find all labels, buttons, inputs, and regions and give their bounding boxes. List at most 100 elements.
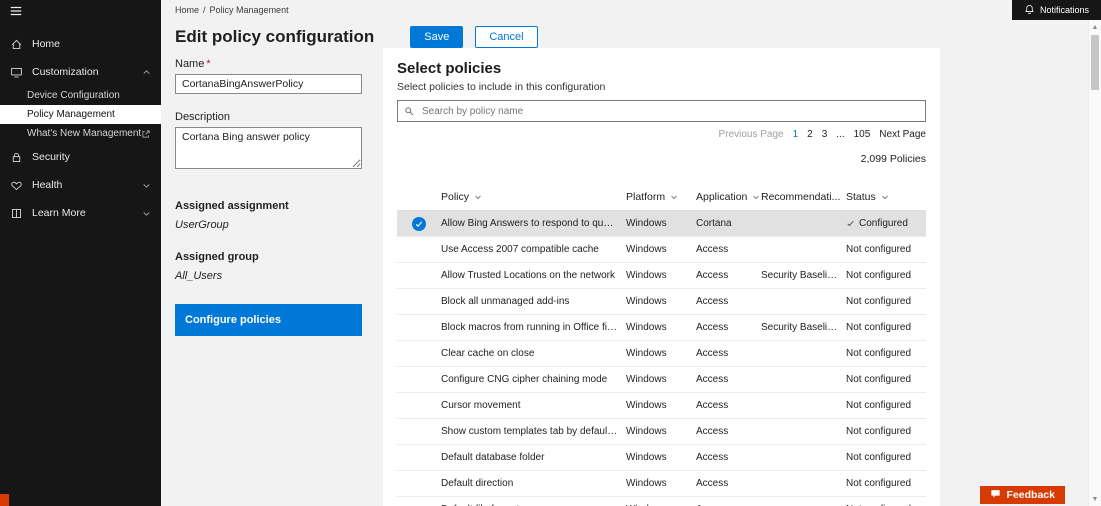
sidebar-nav: HomeCustomizationDevice Configuration Pol… [0, 22, 161, 227]
panel-title: Select policies [397, 60, 926, 77]
policy-row[interactable]: Configure CNG cipher chaining modeWindow… [397, 367, 926, 393]
policy-platform: Windows [626, 426, 696, 437]
policy-application: Access [696, 374, 761, 385]
policy-recommendation: Security Baseline [761, 270, 846, 281]
policy-platform: Windows [626, 296, 696, 307]
edit-header: Edit policy configuration Save Cancel [175, 26, 538, 48]
pagination-previous[interactable]: Previous Page [719, 129, 784, 140]
policy-status: Not configured [846, 478, 926, 489]
breadcrumb-current: Policy Management [210, 5, 289, 15]
sidebar-item-customization[interactable]: Customization [0, 58, 161, 86]
selected-check-icon [412, 217, 426, 231]
vertical-scrollbar[interactable]: ▲ ▼ [1088, 20, 1101, 506]
policy-row[interactable]: Default database folderWindowsAccessNot … [397, 445, 926, 471]
save-button[interactable]: Save [410, 26, 463, 48]
policy-status: Not configured [846, 452, 926, 463]
topbar: Home / Policy Management Notifications [161, 0, 1101, 20]
policy-name: Use Access 2007 compatible cache [441, 244, 626, 255]
description-field[interactable]: Cortana Bing answer policy [175, 127, 362, 169]
sidebar-item-label: What's New Management [27, 128, 141, 139]
sidebar-item-label: Health [32, 179, 62, 191]
search-input[interactable] [420, 105, 919, 118]
policy-search [397, 100, 926, 122]
policy-row[interactable]: Clear cache on closeWindowsAccess Not con… [397, 341, 926, 367]
sidebar-item-policy-management[interactable]: Policy Management [0, 105, 161, 124]
column-header-policy[interactable]: Policy [441, 191, 626, 203]
policy-row[interactable]: Allow Trusted Locations on the networkWi… [397, 263, 926, 289]
required-marker: * [206, 58, 210, 70]
sidebar-item-home[interactable]: Home [0, 30, 161, 58]
policy-application: Access [696, 426, 761, 437]
policy-row[interactable]: Allow Bing Answers to respond to questio… [397, 211, 926, 237]
sidebar-item-security[interactable]: Security [0, 143, 161, 171]
policy-status: Not configured [846, 296, 926, 307]
home-icon [10, 37, 24, 51]
policy-name: Block macros from running in Office file… [441, 322, 626, 333]
policy-row[interactable]: Cursor movementWindowsAccessNot configur… [397, 393, 926, 419]
policy-status: Not configured [846, 426, 926, 437]
cancel-button[interactable]: Cancel [475, 26, 537, 48]
policy-name: Allow Bing Answers to respond to questio… [441, 218, 626, 229]
breadcrumb-home-link[interactable]: Home [175, 5, 199, 15]
panel-subtitle: Select policies to include in this confi… [397, 81, 926, 93]
policy-name: Clear cache on close [441, 348, 626, 359]
policy-row[interactable]: Use Access 2007 compatible cacheWindowsA… [397, 237, 926, 263]
policy-row[interactable]: Default directionWindowsAccessNot config… [397, 471, 926, 497]
configure-policies-step[interactable]: Configure policies [175, 304, 362, 336]
select-policies-panel: Select policies Select policies to inclu… [383, 48, 940, 506]
pagination-page-1[interactable]: 1 [793, 129, 799, 140]
column-header-recommendati[interactable]: Recommendati... [761, 191, 846, 203]
policy-row[interactable]: Default file formatWindowsAccessNot conf… [397, 497, 926, 506]
policy-platform: Windows [626, 322, 696, 333]
sidebar-item-label: Learn More [32, 207, 86, 219]
policy-name: Configure CNG cipher chaining mode [441, 374, 626, 385]
hamburger-menu-icon[interactable] [0, 0, 161, 22]
policy-name: Default direction [441, 478, 626, 489]
policy-platform: Windows [626, 218, 696, 229]
sidebar-item-device-configuration[interactable]: Device Configuration [0, 86, 161, 105]
configured-check-icon [846, 219, 855, 228]
table-body: Allow Bing Answers to respond to questio… [397, 211, 926, 506]
policy-row[interactable]: Show custom templates tab by default in … [397, 419, 926, 445]
policy-status: Not configured [846, 270, 926, 281]
assigned-assignment-value: UserGroup [175, 219, 362, 231]
notifications-button[interactable]: Notifications [1012, 0, 1101, 20]
scrollbar-thumb[interactable] [1091, 35, 1099, 90]
bell-icon [1024, 4, 1035, 17]
description-label: Description [175, 111, 362, 123]
feedback-button[interactable]: Feedback [980, 486, 1065, 504]
column-header-application[interactable]: Application [696, 191, 761, 203]
pagination-page-2[interactable]: 2 [807, 129, 813, 140]
policy-status: Not configured [846, 348, 926, 359]
column-header-platform[interactable]: Platform [626, 191, 696, 203]
column-header-status[interactable]: Status [846, 191, 926, 203]
sort-chevron-icon [881, 193, 889, 201]
breadcrumb-separator: / [203, 5, 206, 15]
policy-status: Not configured [846, 244, 926, 255]
row-select-indicator[interactable] [397, 217, 441, 231]
sidebar-item-label: Policy Management [27, 109, 115, 120]
policy-platform: Windows [626, 348, 696, 359]
assigned-group-value: All_Users [175, 270, 362, 282]
assigned-group-label: Assigned group [175, 251, 362, 263]
policy-status: Not configured [846, 400, 926, 411]
policy-application: Access [696, 400, 761, 411]
sidebar-item-what-s-new-management[interactable]: What's New Management [0, 124, 161, 143]
sort-chevron-icon [474, 193, 482, 201]
pagination-page-105[interactable]: 105 [854, 129, 871, 140]
sidebar-item-learn-more[interactable]: Learn More [0, 199, 161, 227]
scrollbar-up-arrow-icon[interactable]: ▲ [1089, 21, 1101, 33]
pagination-page-3[interactable]: 3 [822, 129, 828, 140]
policy-row[interactable]: Block macros from running in Office file… [397, 315, 926, 341]
policy-form: Name* Description Cortana Bing answer po… [175, 58, 362, 336]
policy-application: Access [696, 348, 761, 359]
name-field[interactable] [175, 74, 362, 94]
heart-icon [10, 178, 24, 192]
app-root: HomeCustomizationDevice ConfigurationPol… [0, 0, 1101, 506]
sidebar-item-health[interactable]: Health [0, 171, 161, 199]
scrollbar-down-arrow-icon[interactable]: ▼ [1089, 493, 1101, 505]
policy-row[interactable]: Block all unmanaged add-insWindowsAccess… [397, 289, 926, 315]
pagination-next[interactable]: Next Page [879, 129, 926, 140]
sidebar: HomeCustomizationDevice Configuration Pol… [0, 0, 161, 506]
page-title: Edit policy configuration [175, 27, 374, 47]
